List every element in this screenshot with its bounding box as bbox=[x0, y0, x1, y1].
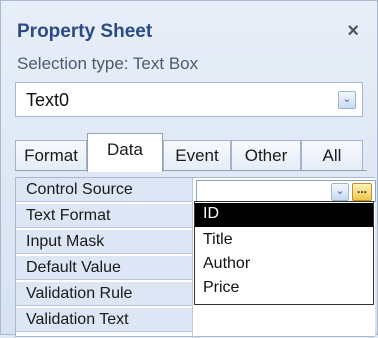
tab-event[interactable]: Event bbox=[163, 140, 231, 171]
control-source-field[interactable]: ⌄ ... bbox=[196, 180, 376, 202]
property-label: Validation Rule bbox=[26, 285, 133, 302]
option-label: Title bbox=[203, 231, 233, 248]
option-label: Author bbox=[203, 255, 251, 272]
tab-strip: Format Data Event Other All bbox=[15, 131, 367, 172]
selection-type-label: Selection type: Text Box bbox=[17, 54, 199, 73]
object-selector-combo[interactable]: Text0 ⌄ bbox=[15, 82, 363, 117]
close-icon[interactable]: × bbox=[347, 20, 359, 43]
option-label: ID bbox=[203, 205, 219, 222]
chevron-down-icon[interactable]: ⌄ bbox=[338, 91, 356, 109]
property-row-control-source[interactable]: Control Source bbox=[16, 178, 192, 202]
property-row-default-value[interactable]: Default Value bbox=[16, 256, 192, 280]
grid-column-divider bbox=[192, 178, 193, 338]
object-selector-value: Text0 bbox=[26, 90, 70, 110]
tab-all[interactable]: All bbox=[301, 140, 363, 171]
dropdown-option-id[interactable]: ID bbox=[195, 203, 373, 227]
dropdown-option-price[interactable]: Price bbox=[195, 277, 373, 301]
property-label: Default Value bbox=[26, 259, 121, 276]
property-label: Control Source bbox=[26, 181, 133, 198]
ellipsis-builder-icon[interactable]: ... bbox=[352, 183, 372, 201]
tab-other[interactable]: Other bbox=[231, 140, 301, 171]
tab-data[interactable]: Data bbox=[87, 133, 163, 172]
property-row-validation-rule[interactable]: Validation Rule bbox=[16, 282, 192, 306]
option-label: Price bbox=[203, 279, 240, 296]
tab-divider bbox=[15, 170, 367, 171]
panel-title: Property Sheet bbox=[17, 21, 153, 42]
chevron-down-icon[interactable]: ⌄ bbox=[331, 183, 349, 201]
property-row-text-format[interactable]: Text Format bbox=[16, 204, 192, 228]
property-row-input-mask[interactable]: Input Mask bbox=[16, 230, 192, 254]
property-sheet-panel: Property Sheet × Selection type: Text Bo… bbox=[0, 0, 378, 338]
property-label: Text Format bbox=[26, 207, 111, 224]
tab-format[interactable]: Format bbox=[15, 140, 87, 171]
property-label: Validation Text bbox=[26, 311, 129, 328]
dropdown-option-title[interactable]: Title bbox=[195, 229, 373, 253]
property-row-validation-text[interactable]: Validation Text bbox=[16, 308, 192, 332]
property-label: Input Mask bbox=[26, 233, 105, 250]
dropdown-option-author[interactable]: Author bbox=[195, 253, 373, 277]
control-source-dropdown-list[interactable]: ID Title Author Price bbox=[194, 201, 374, 305]
